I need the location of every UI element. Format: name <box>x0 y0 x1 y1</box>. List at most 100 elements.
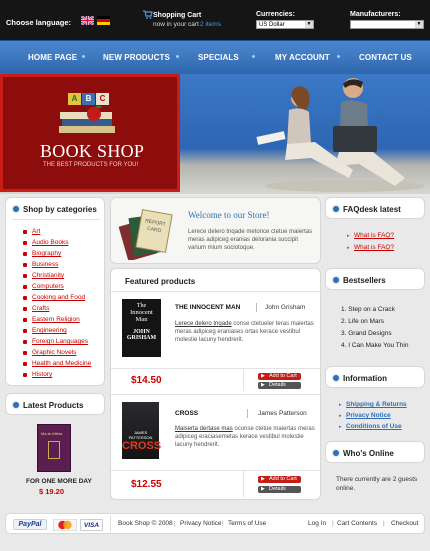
cart-items-count[interactable]: 2 items <box>200 21 221 28</box>
category-bullet-icon <box>23 318 27 322</box>
category-bullet-icon <box>23 285 27 289</box>
latest-product-cover-title: Ma te Affeia <box>41 431 63 436</box>
top-bar: Choose language: Shopping Cart now in yo… <box>0 0 430 40</box>
add-to-cart-button[interactable]: ▶ Add to Cart <box>258 476 301 483</box>
categories-panel: Shop by categories <box>5 197 105 386</box>
category-link[interactable]: Art <box>32 228 40 235</box>
german-flag-icon[interactable] <box>97 16 110 25</box>
faq-link[interactable]: What is FAQ? <box>354 232 394 239</box>
nav-new-products[interactable]: NEW PRODUCTS <box>103 53 170 62</box>
arrow-bullet-icon: ▸ <box>339 413 342 419</box>
category-link[interactable]: Christianity <box>32 272 64 279</box>
footer-separator: | <box>174 520 176 527</box>
category-link[interactable]: Cooking and Food <box>32 294 85 301</box>
bestseller-item[interactable]: 3. Grand Designs <box>341 330 392 337</box>
abc-blocks: A B C <box>68 93 112 105</box>
information-link[interactable]: Shipping & Returns <box>346 401 407 408</box>
faq-link[interactable]: What is FAQ? <box>354 244 394 251</box>
footer-copyright: Book Shop © 2008 <box>118 520 173 527</box>
nav-contact-us[interactable]: CONTACT US <box>359 53 412 62</box>
currency-select[interactable]: US Dollar ▼ <box>256 20 314 29</box>
category-link[interactable]: Computers <box>32 283 64 290</box>
category-link[interactable]: Audio Books <box>32 239 69 246</box>
bullet-dot-icon <box>333 277 339 283</box>
footer-cart-contents-link[interactable]: Cart Contents <box>337 520 377 527</box>
category-link[interactable]: Graphic Novels <box>32 349 76 356</box>
product-name[interactable]: CROSS <box>175 410 198 417</box>
details-button[interactable]: ▶ Details <box>258 486 301 493</box>
footer-login-link[interactable]: Log In <box>308 520 326 527</box>
bullet-dot-icon <box>333 206 339 212</box>
category-bullet-icon <box>23 340 27 344</box>
information-header: Information <box>325 366 425 388</box>
whos-online-title: Who's Online <box>343 449 394 458</box>
nav-specials[interactable]: SPECIALS <box>198 53 239 62</box>
nav-home[interactable]: HOME PAGE <box>28 53 77 62</box>
arrow-bullet-icon: ▸ <box>347 245 350 251</box>
footer-separator: | <box>383 520 385 527</box>
nav-separator <box>176 55 179 58</box>
cover-text: GRISHAM <box>126 335 157 341</box>
welcome-title: Welcome to our Store! <box>188 210 270 220</box>
currency-select-value: US Dollar <box>259 22 285 28</box>
footer-separator: | <box>222 520 224 527</box>
category-link[interactable]: Health and Medicine <box>32 360 91 367</box>
english-flag-icon[interactable] <box>81 16 94 25</box>
arrow-right-icon: ▶ <box>261 373 265 379</box>
manufacturers-label: Manufacturers: <box>350 11 401 18</box>
shopping-cart-icon[interactable] <box>143 10 153 19</box>
arrow-right-icon: ▶ <box>261 486 265 492</box>
latest-product-caption[interactable]: FOR ONE MORE DAY <box>26 478 92 485</box>
category-link[interactable]: Foreign Languages <box>32 338 88 345</box>
product-description-lead[interactable]: Maiserta dertase mas <box>175 426 233 432</box>
currencies-label: Currencies: <box>256 11 295 18</box>
category-link[interactable]: History <box>32 371 52 378</box>
shopping-cart-title[interactable]: Shopping Cart <box>153 12 201 19</box>
book-shop-banner[interactable]: A B C BOOK SHOP THE BEST PRODUCTS FOR YO… <box>0 74 180 192</box>
category-link[interactable]: Eastern Religion <box>32 316 80 323</box>
footer-terms-link[interactable]: Terms of Use <box>228 520 266 527</box>
categories-title: Shop by categories <box>23 205 97 214</box>
category-link[interactable]: Engineering <box>32 327 67 334</box>
information-link[interactable]: Conditions of Use <box>346 423 402 430</box>
footer-checkout-link[interactable]: Checkout <box>391 520 418 527</box>
title-author-divider <box>247 409 248 418</box>
product-cover-cross[interactable]: JAMES PATTERSON CROSS <box>122 402 162 459</box>
chevron-down-icon: ▼ <box>305 21 313 28</box>
category-link[interactable]: Biography <box>32 250 61 257</box>
category-bullet-icon <box>23 296 27 300</box>
product-cover-innocent-man[interactable]: The Innocent Man JOHN GRISHAM <box>122 299 161 357</box>
report-card-image <box>118 209 173 260</box>
category-bullet-icon <box>23 263 27 267</box>
information-title: Information <box>343 374 387 383</box>
price-button-divider <box>243 369 244 391</box>
arrow-bullet-icon: ▸ <box>347 233 350 239</box>
cover-text: Innocent <box>130 309 153 316</box>
product-name[interactable]: THE INNOCENT MAN <box>175 304 240 311</box>
letter-block: B <box>82 93 95 105</box>
title-author-divider <box>256 303 257 312</box>
latest-product-cover[interactable]: Ma te Affeia <box>37 424 71 472</box>
arrow-bullet-icon: ▸ <box>339 402 342 408</box>
footer-bar: PayPal VISA Book Shop © 2008 | Privacy N… <box>5 513 425 534</box>
category-link[interactable]: Business <box>32 261 58 268</box>
bestseller-item[interactable]: 4. I Can Make You Thin <box>341 342 408 349</box>
category-link[interactable]: Crafts <box>32 305 49 312</box>
product-description-lead[interactable]: Lerece delero tnqade <box>175 321 232 327</box>
price-row-divider <box>111 470 320 471</box>
details-button[interactable]: ▶ Details <box>258 382 301 389</box>
paypal-logo-text: PayPal <box>18 521 42 528</box>
letter-block: C <box>96 93 109 105</box>
add-to-cart-button[interactable]: ▶ Add to Cart <box>258 373 301 380</box>
letter-block: A <box>68 93 81 105</box>
cover-text: CROSS <box>122 440 162 452</box>
bestseller-item[interactable]: 2. Life on Mars <box>341 318 384 325</box>
nav-my-account[interactable]: MY ACCOUNT <box>275 53 330 62</box>
welcome-panel: REPORT CARD Welcome to our Store! Lerece… <box>110 197 321 264</box>
bestseller-item[interactable]: 1. Step on a Crack <box>341 306 395 313</box>
manufacturers-select[interactable]: ▼ <box>350 20 424 29</box>
faqdesk-header: FAQdesk latest <box>325 197 425 219</box>
information-link[interactable]: Privacy Notice <box>346 412 391 419</box>
paypal-logo: PayPal <box>13 519 47 530</box>
footer-privacy-link[interactable]: Privacy Notice <box>180 520 222 527</box>
